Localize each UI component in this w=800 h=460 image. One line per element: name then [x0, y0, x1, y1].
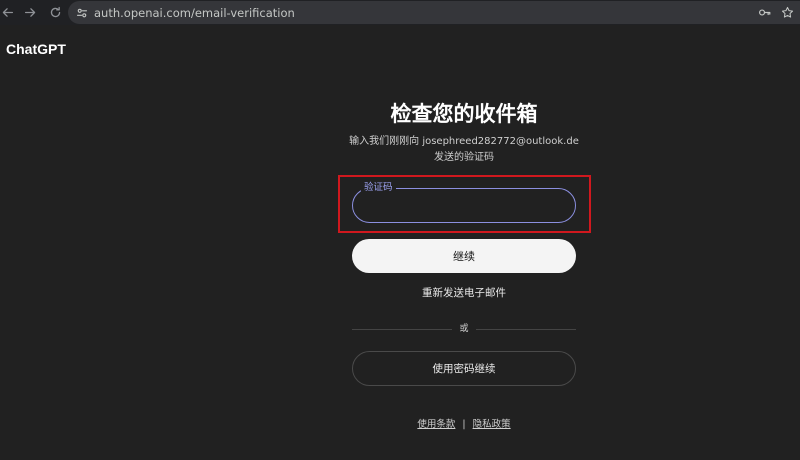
terms-link[interactable]: 使用条款	[417, 419, 455, 430]
address-bar[interactable]: auth.openai.com/email-verification	[68, 1, 800, 24]
page-title: 检查您的收件箱	[390, 102, 538, 126]
footer-links: 使用条款 | 隐私政策	[352, 418, 576, 432]
instruction-line-2: 发送的验证码	[434, 152, 494, 163]
continue-button[interactable]: 继续	[352, 239, 576, 273]
divider-text: 或	[459, 324, 469, 334]
privacy-link[interactable]: 隐私政策	[473, 419, 511, 430]
reload-icon	[50, 6, 60, 18]
instruction-text: 输入我们刚刚向 josephreed282772@outlook.de 发送的验…	[348, 134, 580, 166]
divider-line-right	[476, 329, 576, 330]
chatgpt-logo: ChatGPT	[6, 41, 66, 57]
instruction-line-1: 输入我们刚刚向 josephreed282772@outlook.de	[349, 136, 579, 147]
url-text[interactable]: auth.openai.com/email-verification	[94, 6, 295, 20]
forward-arrow-icon	[24, 8, 35, 17]
or-divider: 或	[352, 322, 576, 336]
back-arrow-icon	[2, 8, 13, 17]
forward-button[interactable]	[19, 2, 41, 24]
password-key-icon[interactable]	[756, 4, 773, 21]
bookmark-star-icon[interactable]	[779, 4, 796, 21]
site-info-icon[interactable]	[73, 4, 91, 22]
resend-email-link[interactable]: 重新发送电子邮件	[352, 286, 576, 301]
footer-separator: |	[462, 419, 466, 430]
reload-button[interactable]	[44, 2, 66, 24]
back-button[interactable]	[0, 2, 18, 24]
browser-toolbar: auth.openai.com/email-verification	[0, 0, 800, 25]
divider-line-left	[352, 329, 452, 330]
verification-code-field[interactable]: 验证码	[352, 182, 576, 223]
verification-code-input[interactable]	[367, 197, 563, 215]
continue-with-password-button[interactable]: 使用密码继续	[352, 351, 576, 386]
verification-code-label: 验证码	[361, 182, 396, 194]
